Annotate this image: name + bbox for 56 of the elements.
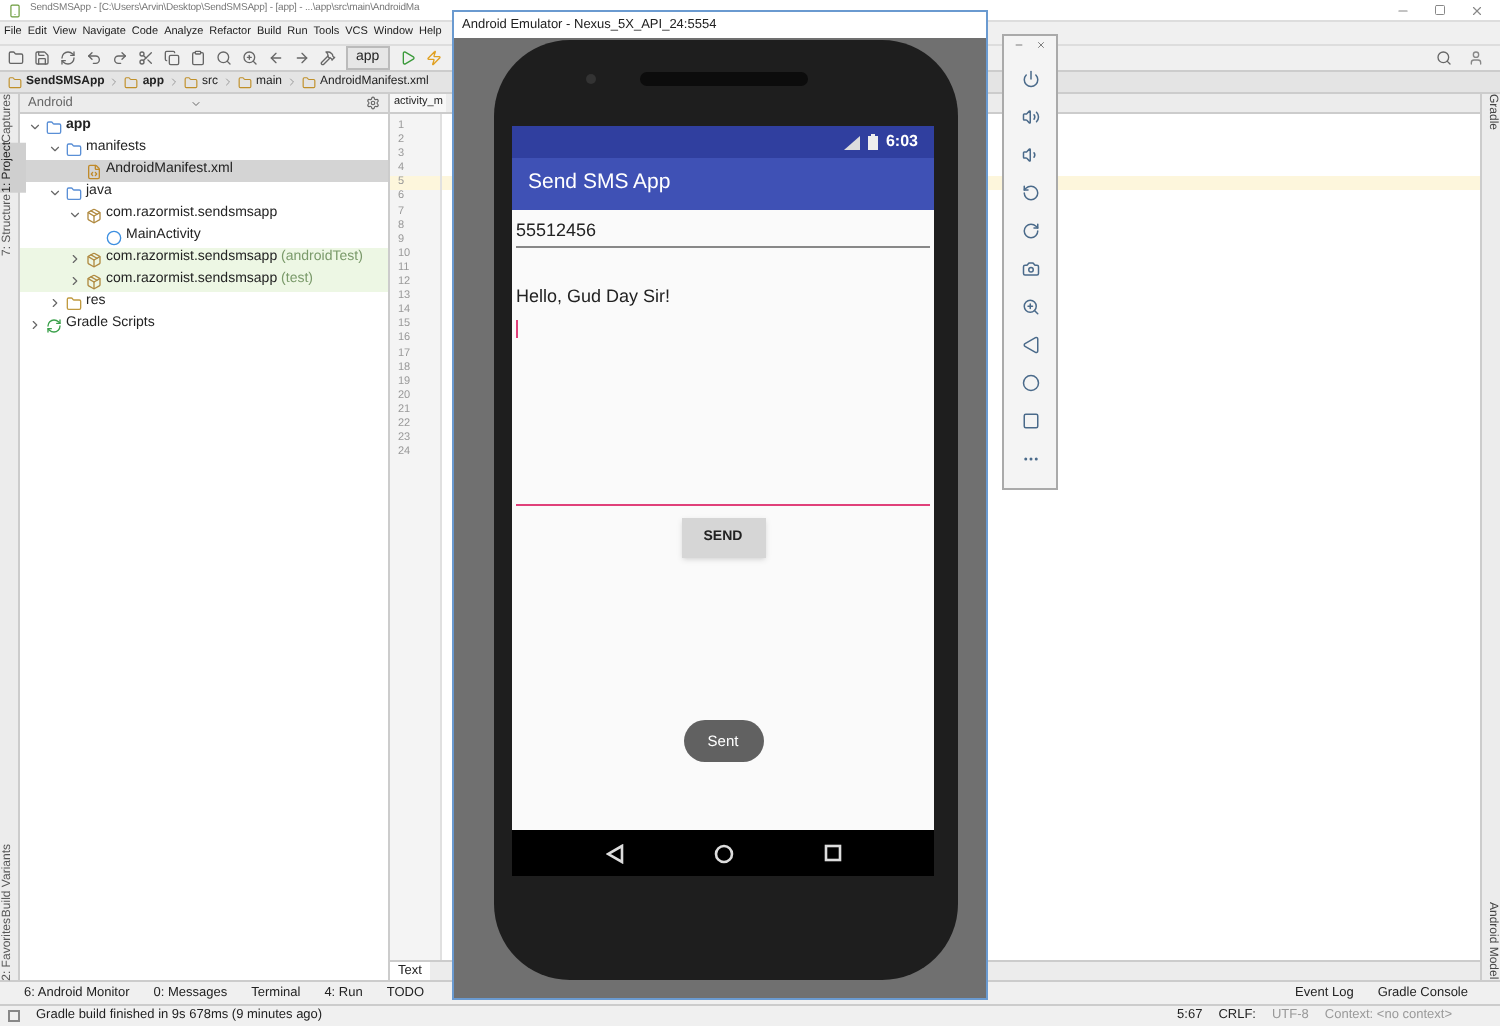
folder-icon: [66, 141, 82, 157]
folder-icon: [66, 295, 82, 311]
play-icon[interactable]: [399, 50, 416, 66]
signal-icon: [843, 135, 860, 149]
gradle-icon: [46, 317, 62, 333]
search-icon[interactable]: [1436, 50, 1452, 66]
status-icon: [8, 1010, 20, 1022]
copy-icon[interactable]: [164, 50, 180, 66]
file-icon: [86, 163, 102, 179]
redo-icon[interactable]: [112, 50, 128, 66]
recents-icon[interactable]: [823, 844, 841, 862]
folder-icon: [8, 75, 22, 89]
folder-icon: [184, 75, 199, 89]
clock: 6:03: [885, 130, 918, 154]
close-icon[interactable]: [1470, 3, 1484, 17]
save-icon[interactable]: [34, 50, 50, 66]
rotate-right-icon[interactable]: [1021, 222, 1039, 240]
separator-icon: [286, 76, 299, 88]
search-icon[interactable]: [216, 50, 232, 66]
class-icon: [106, 229, 122, 245]
volume-up-icon[interactable]: [1021, 108, 1039, 126]
square-icon[interactable]: [1021, 412, 1039, 430]
folder-icon: [238, 75, 253, 89]
camera-icon[interactable]: [1021, 260, 1039, 278]
folder-icon: [46, 119, 62, 135]
maximize-icon[interactable]: [1434, 3, 1446, 15]
separator-icon: [168, 76, 181, 88]
sync-icon[interactable]: [60, 50, 76, 66]
power-icon[interactable]: [1021, 70, 1039, 88]
package-icon: [86, 251, 102, 267]
folder-icon[interactable]: [8, 50, 24, 66]
rotate-left-icon[interactable]: [1021, 184, 1039, 202]
hammer-icon[interactable]: [320, 50, 336, 66]
scissors-icon[interactable]: [138, 50, 154, 66]
zoom-icon[interactable]: [1021, 298, 1039, 316]
app-icon: [8, 3, 22, 17]
volume-down-icon[interactable]: [1021, 146, 1039, 164]
separator-icon: [222, 76, 235, 88]
settings-icon[interactable]: [366, 96, 380, 110]
clipboard-icon[interactable]: [190, 50, 206, 66]
arrow-left-icon[interactable]: [268, 50, 284, 66]
battery-icon: [867, 134, 878, 150]
app-title: Send SMS App: [528, 168, 671, 199]
arrow-right-icon[interactable]: [294, 50, 310, 66]
separator-icon: [108, 76, 121, 88]
package-icon: [86, 273, 102, 289]
zoom-icon[interactable]: [242, 50, 258, 66]
message-field[interactable]: Hello, Gud Day Sir!: [516, 266, 930, 506]
text-cursor: [516, 320, 518, 338]
folder-icon: [124, 75, 139, 89]
user-icon[interactable]: [1468, 50, 1484, 66]
undo-icon[interactable]: [86, 50, 102, 66]
folder-icon: [302, 75, 317, 89]
folder-icon: [66, 185, 82, 201]
phone-number-field[interactable]: 55512456: [516, 218, 930, 248]
package-icon: [86, 207, 102, 223]
